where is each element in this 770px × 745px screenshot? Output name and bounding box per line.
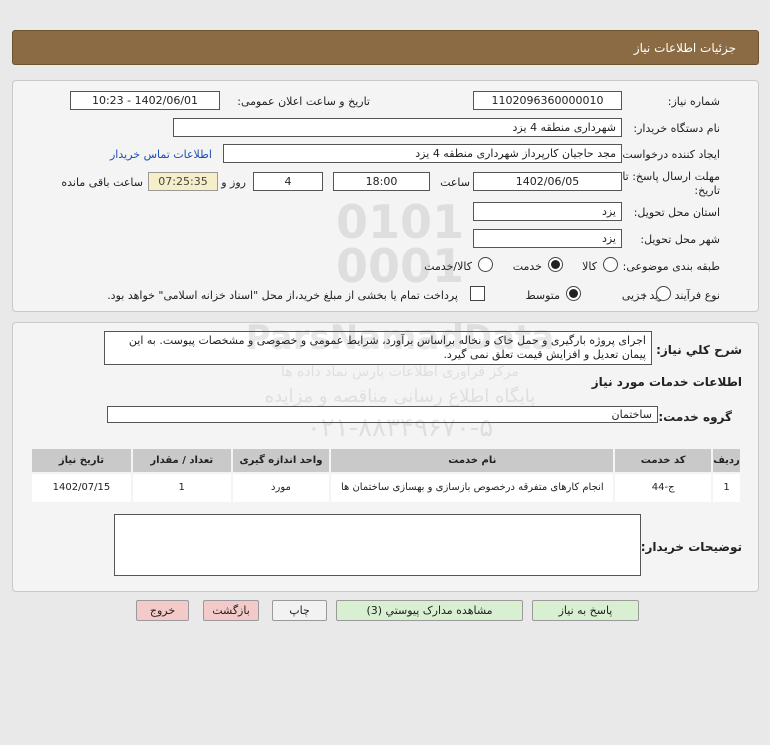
col-unit: واحد اندازه گیری	[230, 447, 332, 474]
need-number-label: شماره نیاز:	[667, 95, 720, 108]
back-button[interactable]: بازگشت	[203, 600, 259, 621]
buyer-contact-link[interactable]: اطلاعات تماس خریدار	[110, 148, 212, 161]
buyer-notes-label: توضیحات خریدار:	[640, 540, 742, 554]
deadline-time-label: ساعت	[440, 176, 470, 189]
city-field: یزد	[473, 229, 622, 248]
days-label: روز و	[221, 176, 246, 189]
page-title: جزئیات اطلاعات نیاز	[633, 41, 736, 55]
category-goods-label: کالا	[582, 260, 597, 273]
deadline-date-field: 1402/06/05	[473, 172, 622, 191]
remaining-time-field: 07:25:35	[148, 172, 218, 191]
category-label: طبقه بندی موضوعی:	[622, 260, 720, 273]
description-label: شرح کلي نياز:	[656, 343, 742, 357]
process-minor-label: جزیی	[621, 289, 647, 302]
print-button[interactable]: چاپ	[272, 600, 327, 621]
cell-row: 1	[711, 472, 742, 504]
category-service-radio[interactable]	[548, 257, 563, 272]
treasury-payment-checkbox[interactable]	[470, 286, 485, 301]
creator-label: ایجاد کننده درخواست:	[618, 148, 720, 161]
view-attachments-button[interactable]: مشاهده مدارک پیوستي (3)	[336, 600, 523, 621]
col-service-code: کد خدمت	[613, 447, 714, 474]
process-medium-label: متوسط	[525, 289, 560, 302]
col-row: ردیف	[711, 447, 742, 474]
province-field: یزد	[473, 202, 622, 221]
col-quantity: تعداد / مقدار	[130, 447, 233, 474]
need-number-field: 1102096360000010	[473, 91, 622, 110]
category-goods-service-label: کالا/خدمت	[424, 260, 472, 273]
services-section-title: اطلاعات خدمات مورد نیاز	[591, 375, 742, 389]
treasury-payment-note: پرداخت تمام یا بخشی از مبلغ خرید،از محل …	[107, 289, 458, 302]
need-details-panel	[12, 80, 759, 312]
col-need-date: تاریخ نیاز	[30, 447, 133, 474]
category-service-label: خدمت	[512, 260, 542, 273]
category-goods-service-radio[interactable]	[478, 257, 493, 272]
cell-service-code: ج-44	[613, 472, 714, 504]
service-group-field: ساختمان	[107, 406, 658, 423]
process-medium-radio[interactable]	[566, 286, 581, 301]
creator-field: مجد حاجیان کارپرداز شهرداری منطقه 4 یزد	[223, 144, 622, 163]
description-field: اجرای پروژه بارگیری و حمل خاک و نخاله بر…	[104, 331, 652, 365]
days-field: 4	[253, 172, 323, 191]
announce-label: تاریخ و ساعت اعلان عمومی:	[237, 95, 370, 108]
city-label: شهر محل تحویل:	[640, 233, 720, 246]
province-label: استان محل تحویل:	[633, 206, 720, 219]
table-row: 1 ج-44 انجام کارهای متفرقه درخصوص بازساز…	[30, 472, 742, 504]
process-minor-radio[interactable]	[656, 286, 671, 301]
reply-button[interactable]: پاسخ به نیاز	[532, 600, 639, 621]
col-service-name: نام خدمت	[329, 447, 616, 474]
cell-unit: مورد	[230, 472, 332, 504]
deadline-time-field: 18:00	[333, 172, 430, 191]
category-goods-radio[interactable]	[603, 257, 618, 272]
services-table: ردیف کد خدمت نام خدمت واحد اندازه گیری ت…	[30, 447, 742, 504]
deadline-date-label: تاریخ:	[694, 184, 720, 197]
announce-field: 1402/06/01 - 10:23	[70, 91, 220, 110]
service-group-label: گروه خدمت:	[658, 410, 732, 424]
cell-service-name: انجام کارهای متفرقه درخصوص بازسازی و بهس…	[329, 472, 616, 504]
cell-need-date: 1402/07/15	[30, 472, 133, 504]
process-label: نوع فرآیند خرید :	[642, 289, 720, 302]
buyer-org-field: شهرداری منطقه 4 یزد	[173, 118, 622, 137]
buyer-notes-field	[114, 514, 641, 576]
page-header: جزئیات اطلاعات نیاز	[12, 30, 759, 65]
cell-quantity: 1	[130, 472, 233, 504]
deadline-label: مهلت ارسال پاسخ: تا	[622, 170, 720, 183]
buyer-org-label: نام دستگاه خریدار:	[633, 122, 720, 135]
remaining-label: ساعت باقی مانده	[61, 176, 143, 189]
exit-button[interactable]: خروج	[136, 600, 189, 621]
